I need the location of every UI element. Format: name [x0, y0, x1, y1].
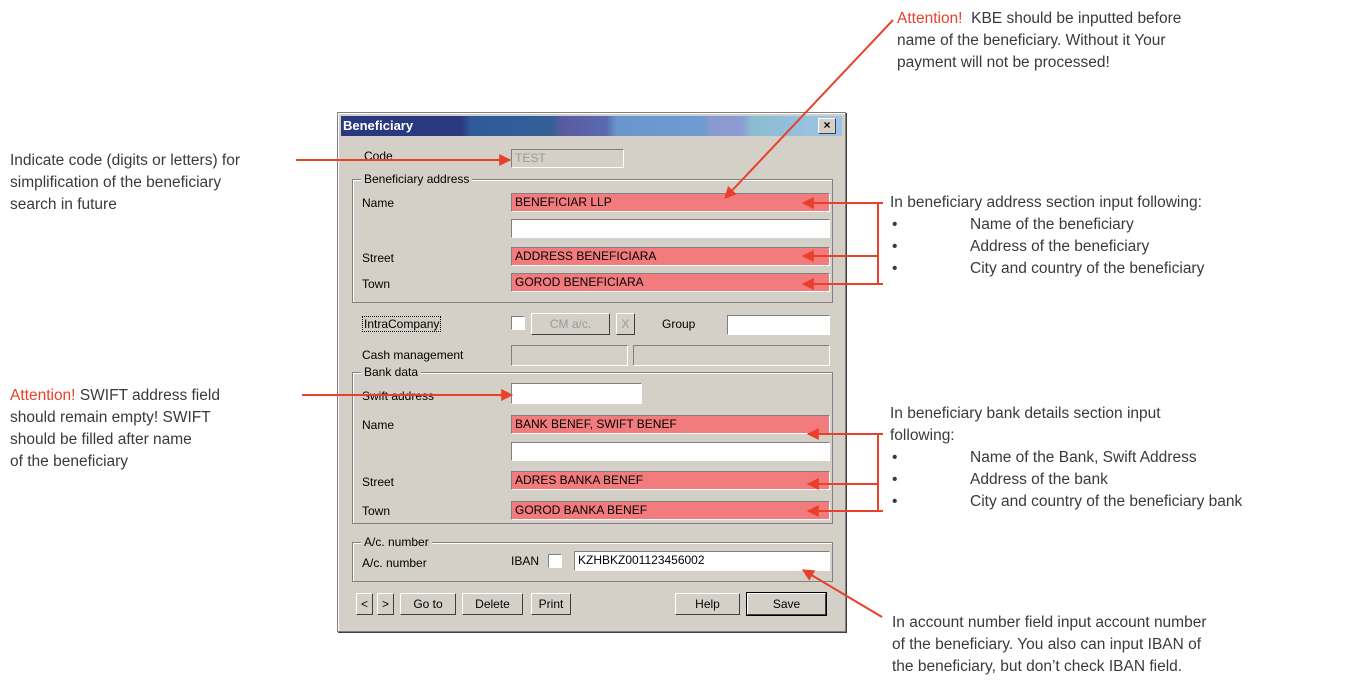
arrow-bank-bracket: [877, 433, 883, 512]
arrow-address-bracket: [877, 202, 883, 285]
arrow-account: [801, 569, 883, 618]
arrow-kbe: [724, 19, 894, 199]
annotation-arrows: [296, 19, 894, 618]
